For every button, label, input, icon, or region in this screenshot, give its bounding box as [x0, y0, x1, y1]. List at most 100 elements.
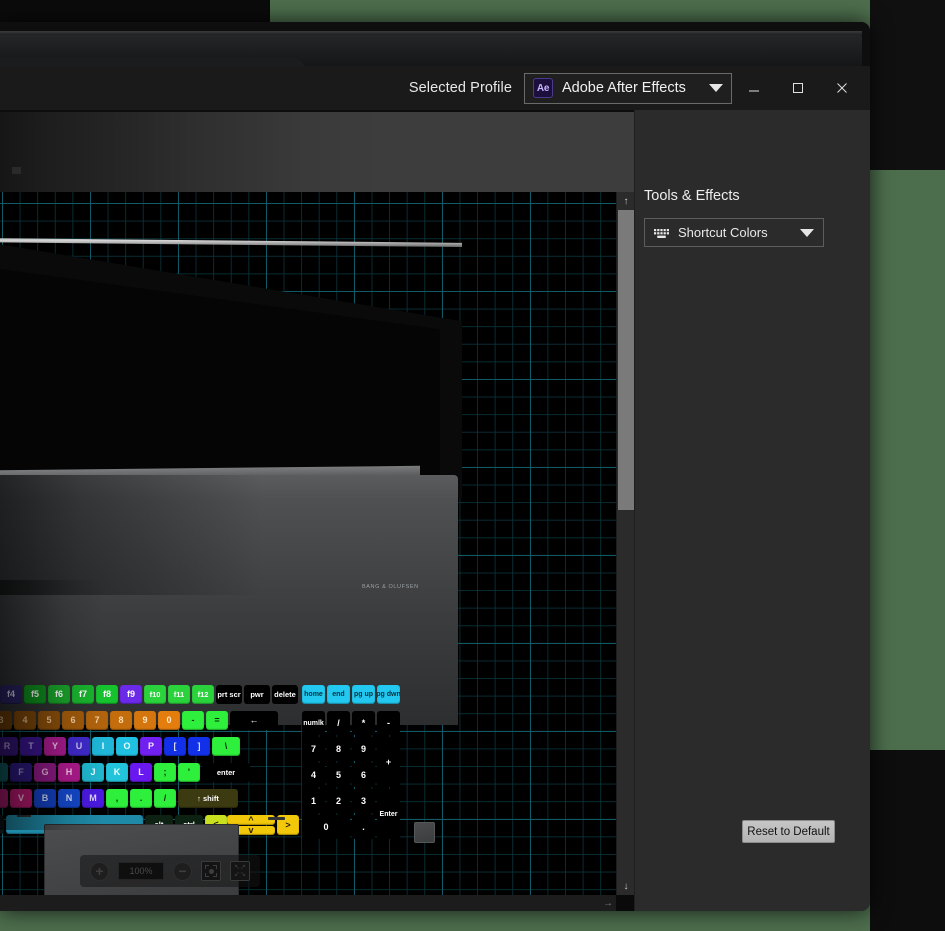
key--[interactable]: ' [178, 763, 200, 782]
key--[interactable]: . [130, 789, 152, 808]
key--[interactable]: ; [154, 763, 176, 782]
key-f8[interactable]: f8 [96, 685, 118, 704]
key-numpad-decimal[interactable]: . [352, 815, 375, 839]
key-n[interactable]: N [58, 789, 80, 808]
key-numpad-9[interactable]: 9 [352, 737, 375, 761]
key-f7[interactable]: f7 [72, 685, 94, 704]
key-o[interactable]: O [116, 737, 138, 756]
key-f4[interactable]: f4 [0, 685, 22, 704]
key-f12[interactable]: f12 [192, 685, 214, 704]
key-home[interactable]: home [302, 685, 325, 704]
key-numpad-6[interactable]: 6 [352, 763, 375, 787]
scroll-right-arrow-icon[interactable]: → [600, 895, 616, 911]
key--shift[interactable]: ↑ shift [178, 789, 238, 808]
key-numpad-7[interactable]: 7 [302, 737, 325, 761]
key-5[interactable]: 5 [38, 711, 60, 730]
key-m[interactable]: M [82, 789, 104, 808]
close-button[interactable] [820, 66, 864, 110]
key-i[interactable]: I [92, 737, 114, 756]
key-d[interactable]: D [0, 763, 8, 782]
key-pwr[interactable]: pwr [244, 685, 270, 704]
key--[interactable]: ← [230, 711, 278, 730]
key-pg-up[interactable]: pg up [352, 685, 375, 704]
key-numpad-0[interactable]: 0 [302, 815, 350, 839]
key-numpad-minus[interactable]: - [377, 711, 400, 735]
zoom-out-icon[interactable]: − [173, 861, 192, 881]
key-u[interactable]: U [68, 737, 90, 756]
key-pg-dwn[interactable]: pg dwn [377, 685, 400, 704]
keyboard-row: XCVBNM,./↑ shift [0, 789, 238, 808]
reset-to-default-button[interactable]: Reset to Default [742, 820, 835, 843]
application-window: Selected Profile Ae Adobe After Effects [0, 22, 870, 911]
horizontal-scrollbar[interactable]: → [0, 895, 616, 911]
key-f5[interactable]: f5 [24, 685, 46, 704]
key-numpad-5[interactable]: 5 [327, 763, 350, 787]
key--[interactable]: [ [164, 737, 186, 756]
key-v[interactable]: V [10, 789, 32, 808]
key-c[interactable]: C [0, 789, 8, 808]
shortcut-colors-dropdown[interactable]: Shortcut Colors [644, 218, 824, 247]
key-end[interactable]: end [327, 685, 350, 704]
maximize-button[interactable] [776, 66, 820, 110]
keyboard-canvas[interactable]: BANG & OLUFSEN f3f4f5f6f7f8f9f10f11f12pr… [0, 192, 634, 911]
key-8[interactable]: 8 [110, 711, 132, 730]
key--[interactable]: / [154, 789, 176, 808]
key-0[interactable]: 0 [158, 711, 180, 730]
key-3[interactable]: 3 [0, 711, 12, 730]
minimize-button[interactable] [732, 66, 776, 110]
zoom-level-value[interactable]: 100% [118, 862, 164, 880]
key--[interactable]: \ [212, 737, 240, 756]
keyboard-row: ERTYUIOP[]\ [0, 737, 240, 756]
scroll-down-arrow-icon[interactable]: ↓ [617, 877, 635, 895]
center-view-icon[interactable] [201, 861, 221, 881]
key--[interactable]: = [206, 711, 228, 730]
key-f11[interactable]: f11 [168, 685, 190, 704]
key-numpad-4[interactable]: 4 [302, 763, 325, 787]
key-enter[interactable]: enter [202, 763, 250, 782]
toolbar-top-divider [0, 110, 634, 112]
key-p[interactable]: P [140, 737, 162, 756]
key-h[interactable]: H [58, 763, 80, 782]
key-numpad-multiply[interactable]: * [352, 711, 375, 735]
key-alt[interactable]: alt [0, 815, 4, 834]
key-delete[interactable]: delete [272, 685, 298, 704]
key-f9[interactable]: f9 [120, 685, 142, 704]
key-numpad-enter[interactable]: Enter [377, 789, 400, 839]
key-9[interactable]: 9 [134, 711, 156, 730]
key-6[interactable]: 6 [62, 711, 84, 730]
vertical-scrollbar-thumb[interactable] [618, 210, 634, 510]
key-f[interactable]: F [10, 763, 32, 782]
key-numlock[interactable]: numlk [302, 711, 325, 735]
key-t[interactable]: T [20, 737, 42, 756]
key--[interactable]: - [182, 711, 204, 730]
key-numpad-2[interactable]: 2 [327, 789, 350, 813]
key-numpad-1[interactable]: 1 [302, 789, 325, 813]
key--[interactable]: ] [188, 737, 210, 756]
viewport-toolbar [0, 110, 634, 192]
zoom-in-icon[interactable]: + [90, 861, 109, 881]
selected-profile-label: Selected Profile [408, 80, 512, 96]
key-f6[interactable]: f6 [48, 685, 70, 704]
scroll-up-arrow-icon[interactable]: ↑ [617, 192, 635, 210]
tools-effects-panel: Tools & Effects Shortcut Colors Reset to… [634, 110, 870, 911]
key-y[interactable]: Y [44, 737, 66, 756]
profile-dropdown[interactable]: Ae Adobe After Effects [524, 72, 732, 104]
key-4[interactable]: 4 [14, 711, 36, 730]
key-prt-scr[interactable]: prt scr [216, 685, 242, 704]
key-numpad-divide[interactable]: / [327, 711, 350, 735]
key-numpad-3[interactable]: 3 [352, 789, 375, 813]
key-k[interactable]: K [106, 763, 128, 782]
key-b[interactable]: B [34, 789, 56, 808]
key-7[interactable]: 7 [86, 711, 108, 730]
fit-to-screen-icon[interactable]: ↖ ↗ ↙ ↘ [230, 861, 250, 881]
shortcut-colors-value: Shortcut Colors [678, 225, 768, 240]
key-j[interactable]: J [82, 763, 104, 782]
key-numpad-plus[interactable]: + [377, 737, 400, 787]
key-g[interactable]: G [34, 763, 56, 782]
vertical-scrollbar[interactable]: ↑ ↓ [616, 192, 634, 895]
key--[interactable]: , [106, 789, 128, 808]
key-l[interactable]: L [130, 763, 152, 782]
key-numpad-8[interactable]: 8 [327, 737, 350, 761]
key-r[interactable]: R [0, 737, 18, 756]
key-f10[interactable]: f10 [144, 685, 166, 704]
